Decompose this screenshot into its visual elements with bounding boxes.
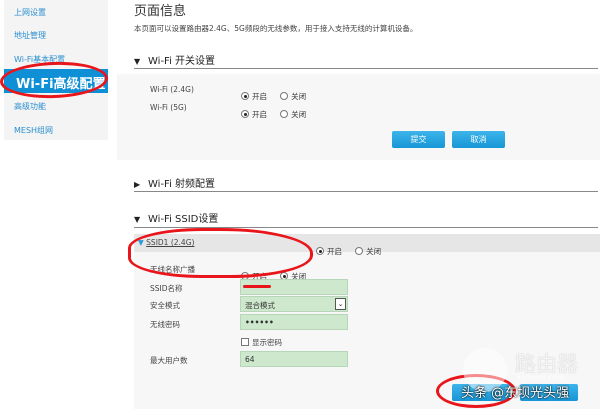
section-wifi-ssid[interactable]: ▼ Wi-Fi SSID设置 xyxy=(134,210,218,225)
sidebar-item-address[interactable]: 地址管理 xyxy=(14,30,46,41)
sidebar-item-advanced[interactable]: 高级功能 xyxy=(14,101,46,112)
watermark-author: 头条 @东坝光头强 xyxy=(461,386,570,401)
section-wifi-switch[interactable]: ▼ Wi-Fi 开关设置 xyxy=(134,52,215,67)
section-wifi-rf[interactable]: ▶ Wi-Fi 射频配置 xyxy=(134,175,215,190)
security-mode-value: 混合模式 xyxy=(245,301,275,310)
expand-icon: ▶ xyxy=(134,180,141,189)
watermark-url: luyouqi.com xyxy=(516,373,565,382)
wifi-5g-radio-group: 开启 关闭 xyxy=(241,102,314,121)
chevron-down-icon: ⌄ xyxy=(335,298,346,310)
radio-label: 关闭 xyxy=(366,247,382,256)
show-password-label: 显示密码 xyxy=(252,338,282,347)
page-description: 本页面可以设置路由器2.4G、5G频段的无线参数，用于接入支持无线的计算机设备。 xyxy=(134,24,418,33)
radio-label: 开启 xyxy=(327,247,342,256)
ssid-name-label: SSID名称 xyxy=(150,284,183,293)
checkbox-icon xyxy=(241,338,249,346)
radio-label: 关闭 xyxy=(291,92,307,101)
wifi-24g-radio-group: 开启 关闭 xyxy=(241,84,314,103)
radio-icon xyxy=(355,247,364,255)
radio-icon xyxy=(241,92,249,100)
max-users-input[interactable]: 64 xyxy=(240,351,348,367)
show-password-checkbox[interactable]: 显示密码 xyxy=(241,337,282,348)
section-title: Wi-Fi 射频配置 xyxy=(148,179,216,190)
max-users-label: 最大用户数 xyxy=(150,356,188,365)
sidebar-item-mesh[interactable]: MESH组网 xyxy=(14,125,53,136)
cancel-button[interactable]: 取消 xyxy=(452,131,505,148)
redaction-mark xyxy=(243,285,271,288)
submit-button[interactable]: 提交 xyxy=(392,131,445,148)
password-label: 无线密码 xyxy=(150,320,180,329)
page-title: 页面信息 xyxy=(134,4,187,19)
ssid-enable-radio-group: 开启 关闭 xyxy=(316,239,389,258)
radio-label: 开启 xyxy=(252,110,267,119)
radio-on[interactable]: 开启 xyxy=(241,110,267,119)
radio-icon xyxy=(316,247,324,255)
section-title: Wi-Fi 开关设置 xyxy=(148,56,216,67)
password-input[interactable]: •••••• xyxy=(240,314,348,330)
radio-on[interactable]: 开启 xyxy=(241,92,267,101)
security-mode-select[interactable]: 混合模式 ⌄ xyxy=(240,296,348,312)
radio-label: 关闭 xyxy=(291,110,307,119)
radio-off[interactable]: 关闭 xyxy=(280,110,306,119)
wifi-24g-label: Wi-Fi (2.4G) xyxy=(150,85,194,94)
section-title: Wi-Fi SSID设置 xyxy=(148,214,219,225)
radio-icon xyxy=(280,110,289,118)
collapse-icon: ▼ xyxy=(134,57,141,66)
divider xyxy=(134,68,598,69)
radio-off[interactable]: 关闭 xyxy=(355,247,381,256)
security-mode-label: 安全模式 xyxy=(150,301,180,310)
radio-on[interactable]: 开启 xyxy=(316,247,342,256)
divider xyxy=(134,191,598,192)
collapse-icon: ▼ xyxy=(134,215,141,224)
sidebar-item-internet[interactable]: 上网设置 xyxy=(14,7,46,18)
radio-icon xyxy=(241,110,249,118)
radio-off[interactable]: 关闭 xyxy=(280,92,306,101)
annotation-circle xyxy=(128,228,313,278)
radio-icon xyxy=(280,92,289,100)
wifi-5g-label: Wi-Fi (5G) xyxy=(150,103,187,112)
radio-label: 开启 xyxy=(252,92,267,101)
